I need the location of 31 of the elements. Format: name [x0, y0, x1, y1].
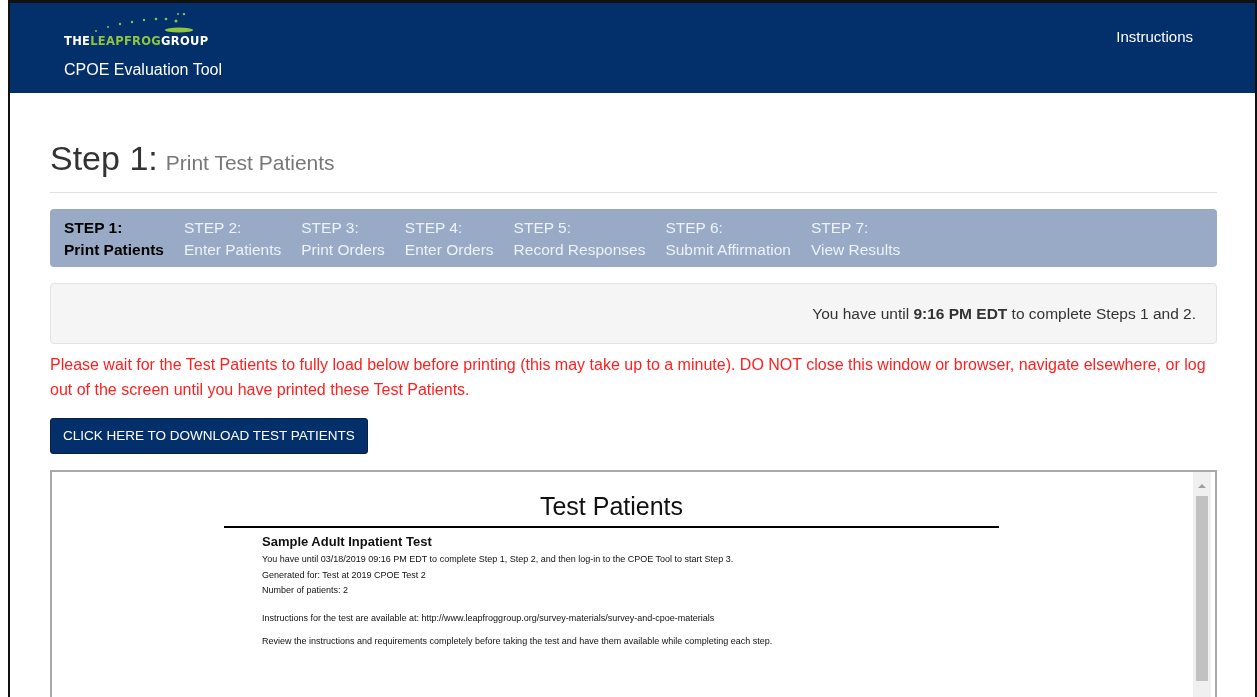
test-name: Sample Adult Inpatient Test — [262, 532, 433, 551]
step-name: Enter Orders — [404, 240, 494, 260]
scroll-thumb[interactable] — [1196, 496, 1208, 682]
download-button[interactable]: CLICK HERE TO DOWNLOAD TEST PATIENTS — [50, 418, 368, 455]
document-title: Test Patients — [224, 488, 999, 528]
step-name: View Results — [810, 240, 901, 260]
step-name: Print Patients — [64, 240, 164, 260]
app-title: CPOE Evaluation Tool — [64, 60, 222, 81]
step-name: Record Responses — [513, 240, 646, 260]
step-name: Submit Affirmation — [665, 240, 791, 260]
step-label: STEP 7: — [810, 218, 870, 238]
page-subtitle: Print Test Patients — [165, 150, 335, 176]
step-label: STEP 3: — [301, 218, 360, 238]
document-text: Generated for: Test at 2019 CPOE Test 2 — [262, 568, 427, 582]
document-text: You have until 03/18/2019 09:16 PM EDT to complete Step 1, Step 2, and then log-in to the CPOE Tool to start Step 3. — [262, 553, 735, 567]
step-label: STEP 4: — [404, 218, 464, 238]
step-name: Enter Patients — [183, 240, 282, 260]
step-label: STEP 6: — [665, 218, 724, 238]
instructions-link[interactable]: Instructions — [1116, 26, 1193, 93]
document-text: Review the instructions and requirements completely before taking the test and have them available while completing each step. — [262, 635, 774, 649]
deadline-text: You have until 9:16 PM EDT to complete Steps 1 and 2. — [812, 303, 1196, 324]
document-text: Number of patients: 2 — [262, 584, 350, 598]
step-name: Print Orders — [301, 240, 385, 260]
document-text: Instructions for the test are available at: http://www.leapfroggroup.org/survey-materials/survey-and-cpoe-materials — [262, 611, 716, 625]
step-label: STEP 2: — [183, 218, 243, 238]
warning-text: Please wait for the Test Patients to fully load below before printing (this may take up to a minute). DO NOT close this window or browser, navigate elsewhere, or log out of the screen until you have printed these Test Patients. — [50, 355, 1207, 400]
page-title: Step 1: — [50, 138, 158, 179]
step-label: STEP 1: — [64, 218, 124, 238]
logo-text: THELEAPFROGGROUP — [64, 33, 210, 50]
step-label: STEP 5: — [513, 218, 572, 238]
scroll-up-icon[interactable] — [1198, 483, 1206, 489]
